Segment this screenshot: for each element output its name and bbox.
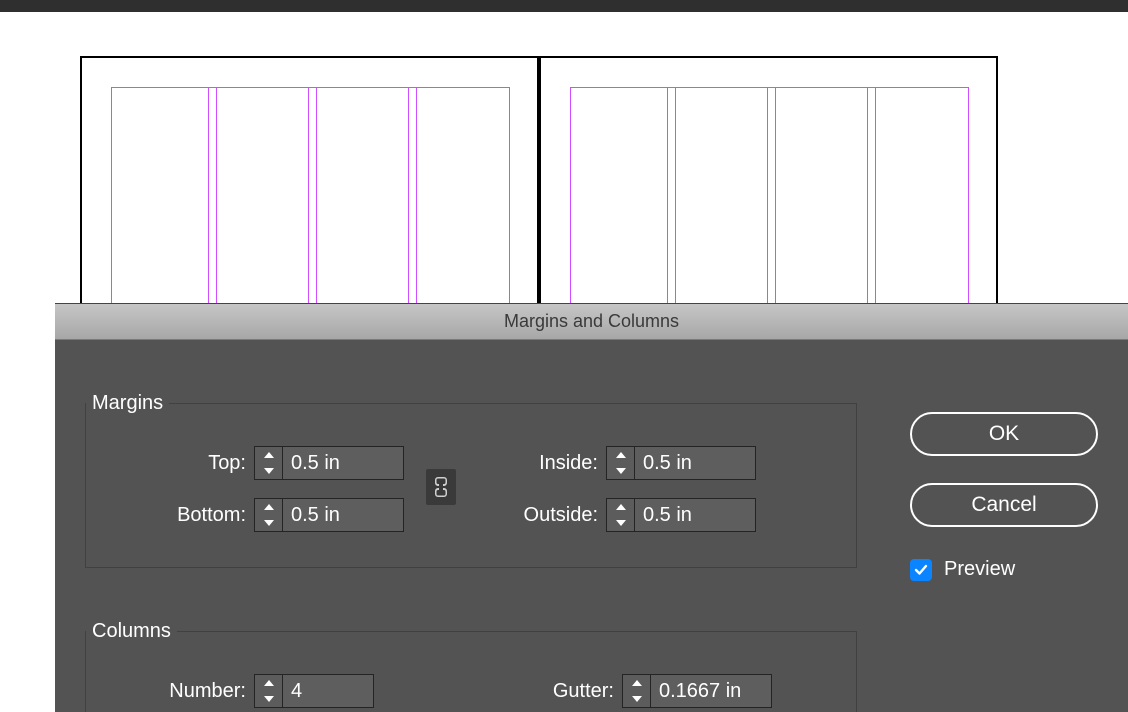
cancel-button[interactable]: Cancel (910, 483, 1098, 527)
margins-group: Margins Top: Bottom: (85, 392, 857, 568)
spinner-up-icon[interactable] (255, 675, 282, 691)
spinner-down-icon[interactable] (255, 463, 282, 479)
columns-gutter-spinner[interactable] (622, 674, 772, 708)
columns-number-row: Number: (116, 671, 374, 711)
columns-number-input[interactable] (283, 675, 373, 707)
margins-columns-dialog: Margins and Columns Margins Top: Bottom: (55, 304, 1128, 712)
spinner-down-icon[interactable] (255, 515, 282, 531)
spinner-down-icon[interactable] (255, 691, 282, 707)
preview-checkbox-row[interactable]: Preview (910, 558, 1015, 581)
columns-gutter-input[interactable] (651, 675, 771, 707)
margins-legend: Margins (86, 392, 169, 415)
spinner-down-icon[interactable] (607, 515, 634, 531)
spinner-up-icon[interactable] (607, 447, 634, 463)
margin-outside-row: Outside: (466, 495, 756, 535)
columns-gutter-row: Gutter: (510, 671, 772, 711)
spinner-down-icon[interactable] (623, 691, 650, 707)
margin-bottom-spinner[interactable] (254, 498, 404, 532)
dialog-title: Margins and Columns (504, 311, 679, 332)
margin-inside-row: Inside: (486, 443, 756, 483)
link-icon (434, 476, 448, 498)
margin-outside-label: Outside: (466, 504, 598, 527)
spinner-buttons[interactable] (623, 675, 651, 707)
app-chrome-top (0, 0, 1128, 12)
spinner-buttons[interactable] (255, 675, 283, 707)
margin-outside-input[interactable] (635, 499, 755, 531)
spinner-down-icon[interactable] (607, 463, 634, 479)
ok-button[interactable]: OK (910, 412, 1098, 456)
margin-inside-label: Inside: (486, 452, 598, 475)
preview-checkbox[interactable] (910, 559, 932, 581)
margin-outside-spinner[interactable] (606, 498, 756, 532)
spinner-up-icon[interactable] (255, 447, 282, 463)
spinner-buttons[interactable] (255, 499, 283, 531)
spinner-up-icon[interactable] (255, 499, 282, 515)
margin-top-spinner[interactable] (254, 446, 404, 480)
spinner-up-icon[interactable] (623, 675, 650, 691)
columns-gutter-label: Gutter: (510, 680, 614, 703)
link-margins-toggle[interactable] (426, 469, 456, 505)
document-spread (80, 56, 1003, 304)
spinner-buttons[interactable] (607, 447, 635, 479)
columns-number-label: Number: (116, 680, 246, 703)
margin-bottom-label: Bottom: (122, 504, 246, 527)
margin-bottom-row: Bottom: (122, 495, 404, 535)
columns-group: Columns Number: Gutter: (85, 620, 857, 712)
margin-inside-input[interactable] (635, 447, 755, 479)
spinner-buttons[interactable] (607, 499, 635, 531)
dialog-titlebar[interactable]: Margins and Columns (55, 304, 1128, 340)
spinner-up-icon[interactable] (607, 499, 634, 515)
columns-number-spinner[interactable] (254, 674, 374, 708)
checkmark-icon (914, 563, 928, 577)
preview-label: Preview (944, 558, 1015, 581)
margin-top-row: Top: (146, 443, 404, 483)
columns-legend: Columns (86, 620, 177, 643)
spinner-buttons[interactable] (255, 447, 283, 479)
margin-top-input[interactable] (283, 447, 403, 479)
margin-inside-spinner[interactable] (606, 446, 756, 480)
margin-top-label: Top: (146, 452, 246, 475)
margin-bottom-input[interactable] (283, 499, 403, 531)
document-canvas (0, 12, 1128, 304)
